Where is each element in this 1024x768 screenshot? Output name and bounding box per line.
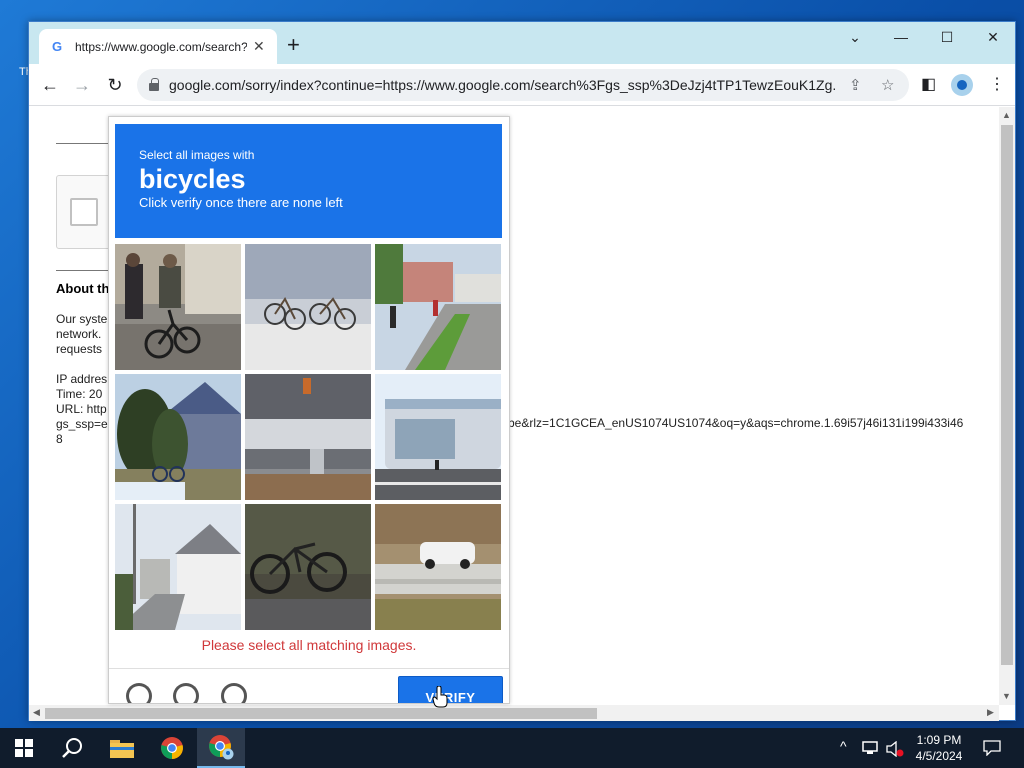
notification-icon <box>983 740 1001 756</box>
reload-challenge-icon[interactable] <box>126 683 152 703</box>
maximize-button[interactable]: ☐ <box>932 28 962 46</box>
chrome-taskbar-button[interactable] <box>148 728 196 768</box>
profile-person-icon <box>957 80 967 90</box>
minimize-button[interactable]: — <box>886 28 916 46</box>
folder-icon <box>110 740 134 758</box>
tab-search-icon[interactable]: ⌄ <box>840 28 870 46</box>
search-icon <box>62 738 82 758</box>
start-button[interactable] <box>0 728 48 768</box>
scroll-left-arrow-icon[interactable]: ◀ <box>33 707 40 718</box>
horizontal-scrollbar[interactable]: ◀ ▶ <box>29 705 999 721</box>
url-line: URL: http <box>56 402 107 416</box>
vertical-scroll-thumb[interactable] <box>1001 125 1013 665</box>
google-favicon-icon: G <box>51 39 63 54</box>
menu-dots-icon[interactable]: ⋮ <box>989 74 1005 94</box>
new-tab-button[interactable]: + <box>287 34 300 56</box>
hand-cursor-icon <box>432 686 448 708</box>
system-clock[interactable]: 1:09 PM 4/5/2024 <box>904 732 974 764</box>
recaptcha-checkbox[interactable] <box>70 198 98 226</box>
network-icon[interactable] <box>862 741 880 755</box>
chrome-profile-taskbar-button[interactable] <box>197 728 245 768</box>
tile-street-with-cyclist[interactable] <box>375 244 501 370</box>
about-heading: About th <box>56 281 110 296</box>
lock-icon[interactable] <box>149 78 159 91</box>
chrome-profile-icon <box>209 735 234 760</box>
side-panel-icon[interactable]: ◧ <box>921 74 936 94</box>
error-message: Please select all matching images. <box>201 637 417 653</box>
divider <box>56 270 116 271</box>
chevron-up-icon[interactable]: ^ <box>840 738 847 754</box>
paragraph-line: requests <box>56 342 103 356</box>
notification-center-button[interactable] <box>970 728 1014 768</box>
reload-button[interactable]: ↻ <box>103 73 127 97</box>
verify-button[interactable]: VERIFY <box>398 676 503 703</box>
tile-bus-terminal[interactable] <box>375 374 501 500</box>
scroll-up-arrow-icon[interactable]: ▲ <box>1002 110 1011 120</box>
tile-residential-street[interactable] <box>115 504 241 630</box>
challenge-keyword: bicycles <box>139 164 246 194</box>
tab-close-icon[interactable]: ✕ <box>253 38 265 55</box>
close-window-button[interactable]: ✕ <box>978 28 1008 46</box>
clock-date: 4/5/2024 <box>915 749 963 763</box>
paragraph-line: network. <box>56 327 102 341</box>
taskbar: ^ 1:09 PM 4/5/2024 <box>0 728 1024 768</box>
url-continuation: 8 <box>56 432 63 446</box>
windows-logo-icon <box>15 739 33 757</box>
chrome-icon <box>161 737 183 759</box>
url-tail-text: be&rlz=1C1GCEA_enUS1074US1074&oq=y&aqs=c… <box>508 416 964 430</box>
ip-address-line: IP addres <box>56 372 108 386</box>
challenge-header: Select all images with bicycles Click ve… <box>115 124 502 238</box>
image-grid <box>115 244 502 631</box>
recaptcha-challenge: Select all images with bicycles Click ve… <box>108 116 510 704</box>
bookmark-star-icon[interactable]: ☆ <box>881 76 894 94</box>
back-button[interactable]: ← <box>38 73 62 97</box>
tile-house-with-bicycle[interactable] <box>115 374 241 500</box>
tile-station-building[interactable] <box>245 374 371 500</box>
info-icon[interactable] <box>221 683 247 703</box>
scroll-right-arrow-icon[interactable]: ▶ <box>987 707 994 718</box>
tile-person-riding-bicycle[interactable] <box>115 244 241 370</box>
challenge-instruction: Select all images with <box>139 148 255 162</box>
clock-time: 1:09 PM <box>916 733 962 747</box>
tile-bicycle-closeup[interactable] <box>245 504 371 630</box>
time-line: Time: 20 <box>56 387 103 401</box>
url-text[interactable]: google.com/sorry/index?continue=https://… <box>169 77 837 93</box>
challenge-subtext: Click verify once there are none left <box>139 195 343 210</box>
tile-parked-bicycles[interactable] <box>245 244 371 370</box>
address-bar[interactable]: google.com/sorry/index?continue=https://… <box>137 69 909 101</box>
url-continuation: gs_ssp=e <box>56 417 108 431</box>
divider <box>56 143 116 144</box>
share-icon[interactable]: ⇪ <box>849 76 862 94</box>
challenge-footer: VERIFY <box>109 668 509 703</box>
scroll-down-arrow-icon[interactable]: ▼ <box>1002 691 1011 701</box>
tab-title: https://www.google.com/search? <box>75 39 247 54</box>
tile-car-on-road[interactable] <box>375 504 501 630</box>
browser-toolbar: ← → ↻ google.com/sorry/index?continue=ht… <box>29 64 1015 106</box>
forward-button[interactable]: → <box>70 73 94 97</box>
paragraph-line: Our syste <box>56 312 108 326</box>
vertical-scrollbar[interactable]: ▲ ▼ <box>999 107 1015 705</box>
profile-avatar[interactable] <box>951 74 973 96</box>
search-button[interactable] <box>48 728 96 768</box>
volume-muted-icon[interactable] <box>886 741 904 757</box>
horizontal-scroll-thumb[interactable] <box>45 708 597 719</box>
browser-tab[interactable]: G https://www.google.com/search? ✕ <box>39 29 277 64</box>
file-explorer-button[interactable] <box>98 728 146 768</box>
tab-strip: G https://www.google.com/search? ✕ + ⌄ —… <box>29 22 1015 64</box>
audio-challenge-icon[interactable] <box>173 683 199 703</box>
